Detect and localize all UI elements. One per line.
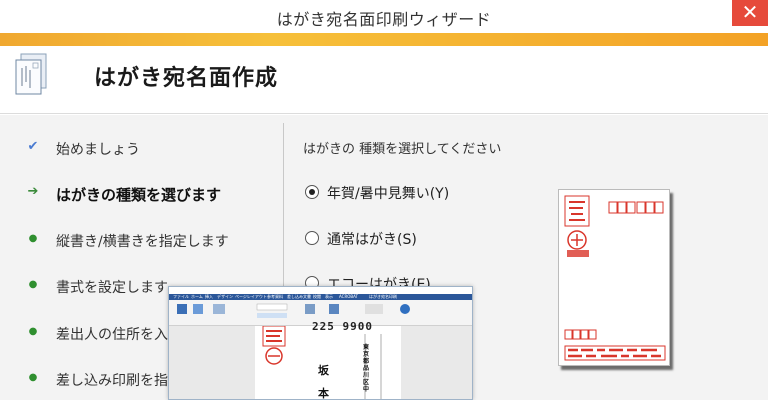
radio-label[interactable]: 通常はがき(S) [327,229,417,249]
page-title: はがき宛名面作成 [94,66,279,91]
recipient-address: 東京都品川区中 [363,344,370,393]
recipient-name-2: 本 [318,387,329,400]
step-label: はがきの種類を選びます [56,186,222,204]
step-label: 差出人の住所を入 [56,327,168,343]
zip-code: 225 9900 [312,320,373,333]
wizard-header: はがき宛名面作成 [0,46,768,114]
check-icon: ✔ [27,139,39,154]
step-label: 縦書き/横書きを指定します [56,234,229,250]
radio-button[interactable] [305,231,319,245]
step-label: 書式を設定します [56,280,168,296]
thumbnail-titlebar [169,287,472,294]
accent-bar [0,33,768,46]
step-item-start[interactable]: ✔ 始めましょう [0,135,283,161]
radio-label[interactable]: 年賀/暑中見舞い(Y) [327,183,449,203]
arrow-right-icon: ➔ [27,184,39,199]
step-label: 始めましょう [56,142,140,158]
window-titlebar: はがき宛名面印刷ウィザード ✕ [0,0,768,33]
step-label: 差し込み印刷を指 [56,373,168,389]
radio-button[interactable] [305,185,319,199]
bullet-icon: ● [28,372,38,383]
bullet-icon: ● [28,326,38,337]
window-title: はがき宛名面印刷ウィザード [276,10,492,29]
postcard-preview [558,189,670,366]
recipient-name-1: 坂 [318,364,329,377]
new-year-postcard-icon [564,195,666,361]
bullet-icon: ● [28,233,38,244]
close-button[interactable]: ✕ [732,0,768,26]
postcard-wizard-icon [15,53,47,95]
step-item-orientation[interactable]: ● 縦書き/横書きを指定します [0,227,283,253]
bullet-icon: ● [28,279,38,290]
word-preview-thumbnail: ファイル ホーム 挿入 デザイン ページレイアウト 参考資料 差し込み文書 校閲… [168,286,473,400]
step-item-card-type[interactable]: ➔ はがきの種類を選びます [0,180,283,206]
instruction-text: はがきの 種類を選択してください [303,142,502,157]
